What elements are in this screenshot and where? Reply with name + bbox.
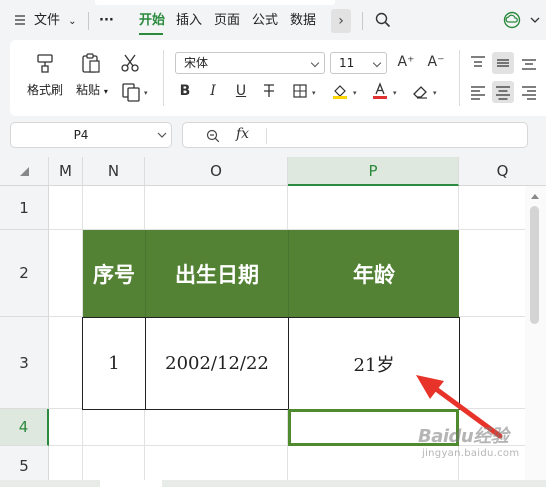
watermark-logo: Baidu经验 bbox=[418, 426, 509, 447]
watermark-url: jingyan.baidu.com bbox=[422, 448, 520, 459]
watermark: Baidu经验 jingyan.baidu.com bbox=[418, 418, 546, 466]
annotation-arrow-icon bbox=[416, 375, 503, 439]
